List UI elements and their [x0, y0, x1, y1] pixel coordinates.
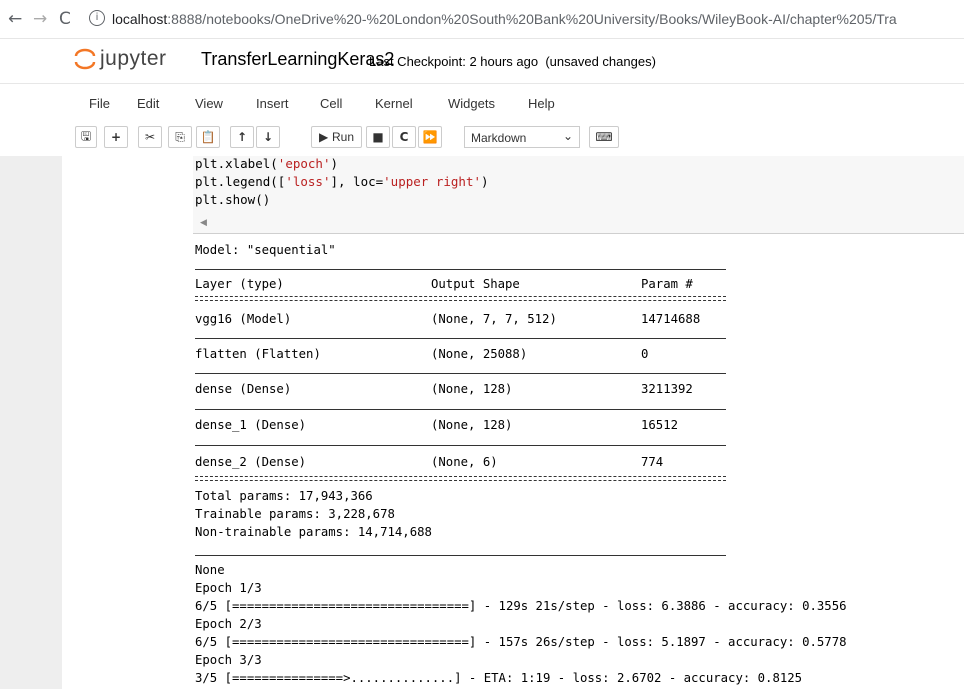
jupyter-brand[interactable]: jupyter: [100, 47, 167, 71]
row-params: 774: [641, 455, 664, 469]
scroll-left-icon[interactable]: ◀: [200, 218, 207, 228]
row-shape: (None, 25088): [431, 347, 528, 361]
row-params: 0: [641, 347, 649, 361]
code-token: ): [330, 156, 339, 171]
code-line: plt.xlabel('epoch'): [195, 156, 338, 171]
row-params: 3211392: [641, 382, 693, 396]
row-shape: (None, 128): [431, 382, 513, 396]
row-shape: (None, 128): [431, 418, 513, 432]
forward-arrow-icon[interactable]: →: [33, 9, 47, 29]
url-field[interactable]: localhost:8888/notebooks/OneDrive%20-%20…: [112, 11, 897, 27]
row-params: 16512: [641, 418, 679, 432]
info-icon[interactable]: i: [89, 10, 105, 26]
epoch-line: Epoch 3/3: [195, 653, 262, 667]
run-label: Run: [332, 130, 355, 144]
table-row: dense_1 (Dense): [195, 418, 307, 432]
cell-type-value: Markdown: [471, 131, 527, 145]
move-down-icon[interactable]: ↓: [256, 126, 280, 148]
table-rule: [195, 445, 726, 446]
menu-help[interactable]: Help: [528, 96, 555, 111]
table-row: flatten (Flatten): [195, 347, 321, 361]
table-double-rule: [195, 296, 726, 301]
menu-file[interactable]: File: [89, 96, 110, 111]
code-string: 'loss': [285, 174, 331, 189]
row-params: 14714688: [641, 312, 701, 326]
code-line: plt.show(): [195, 192, 271, 207]
progress-line: 3/5 [===============>..............] - E…: [195, 671, 803, 685]
table-row: dense_2 (Dense): [195, 455, 307, 469]
table-rule: [195, 409, 726, 410]
table-rule: [195, 373, 726, 374]
table-rule: [195, 269, 726, 270]
notebook-name[interactable]: TransferLearningKeras2: [201, 49, 394, 70]
code-token: plt.legend([: [195, 174, 286, 189]
code-token: plt.xlabel(: [195, 156, 278, 171]
menu-cell[interactable]: Cell: [320, 96, 342, 111]
unsaved-text: (unsaved changes): [545, 54, 656, 69]
table-row: dense (Dense): [195, 382, 292, 396]
table-rule: [195, 338, 726, 339]
chevron-down-icon: ⌄: [562, 129, 573, 143]
non-trainable-params: Non-trainable params: 14,714,688: [195, 525, 432, 539]
keyboard-icon[interactable]: ⌨: [589, 126, 619, 148]
menu-widgets[interactable]: Widgets: [448, 96, 495, 111]
back-arrow-icon[interactable]: ←: [8, 9, 22, 29]
row-shape: (None, 7, 7, 512): [431, 312, 557, 326]
reload-icon[interactable]: C: [59, 9, 71, 29]
url-path: :8888/notebooks/OneDrive%20-%20London%20…: [167, 11, 897, 27]
header-params: Param #: [641, 277, 693, 291]
cell-type-select[interactable]: Markdown ⌄: [464, 126, 580, 148]
checkpoint-text: Last Checkpoint: 2 hours ago: [369, 54, 539, 69]
add-cell-icon[interactable]: +: [104, 126, 128, 148]
none-output: None: [195, 563, 225, 577]
jupyter-logo-icon: [74, 48, 96, 70]
restart-icon[interactable]: C: [392, 126, 416, 148]
menu-view[interactable]: View: [195, 96, 223, 111]
move-up-icon[interactable]: ↑: [230, 126, 254, 148]
run-icon: ▶: [318, 130, 329, 144]
copy-icon[interactable]: ⎘: [168, 126, 192, 148]
paste-icon[interactable]: 📋: [196, 126, 220, 148]
progress-line: 6/5 [================================] -…: [195, 635, 847, 649]
menu-edit[interactable]: Edit: [137, 96, 159, 111]
epoch-line: Epoch 2/3: [195, 617, 262, 631]
code-string: 'upper right': [383, 174, 481, 189]
row-shape: (None, 6): [431, 455, 498, 469]
stop-icon[interactable]: ■: [366, 126, 390, 148]
total-params: Total params: 17,943,366: [195, 489, 373, 503]
run-button[interactable]: ▶ Run: [311, 126, 362, 148]
table-row: vgg16 (Model): [195, 312, 292, 326]
table-double-rule: [195, 476, 726, 481]
cut-icon[interactable]: ✂: [138, 126, 162, 148]
browser-address-bar: ← → C i localhost:8888/notebooks/OneDriv…: [0, 0, 964, 39]
code-line: plt.legend(['loss'], loc='upper right'): [195, 174, 489, 189]
trainable-params: Trainable params: 3,228,678: [195, 507, 395, 521]
save-icon[interactable]: 🖫: [75, 126, 97, 148]
table-rule: [195, 555, 726, 556]
code-string: 'epoch': [277, 156, 331, 171]
epoch-line: Epoch 1/3: [195, 581, 262, 595]
fast-forward-icon[interactable]: ⏩: [418, 126, 442, 148]
code-token: ): [481, 174, 489, 189]
url-host: localhost: [112, 11, 168, 27]
header-divider: [0, 83, 964, 84]
header-layer: Layer (type): [195, 277, 284, 291]
header-shape: Output Shape: [431, 277, 520, 291]
progress-line: 6/5 [================================] -…: [195, 599, 847, 613]
menu-insert[interactable]: Insert: [256, 96, 289, 111]
checkpoint-status: Last Checkpoint: 2 hours ago (unsaved ch…: [369, 54, 656, 69]
menu-kernel[interactable]: Kernel: [375, 96, 413, 111]
code-token: ], loc=: [330, 174, 384, 189]
model-title: Model: "sequential": [195, 243, 336, 257]
